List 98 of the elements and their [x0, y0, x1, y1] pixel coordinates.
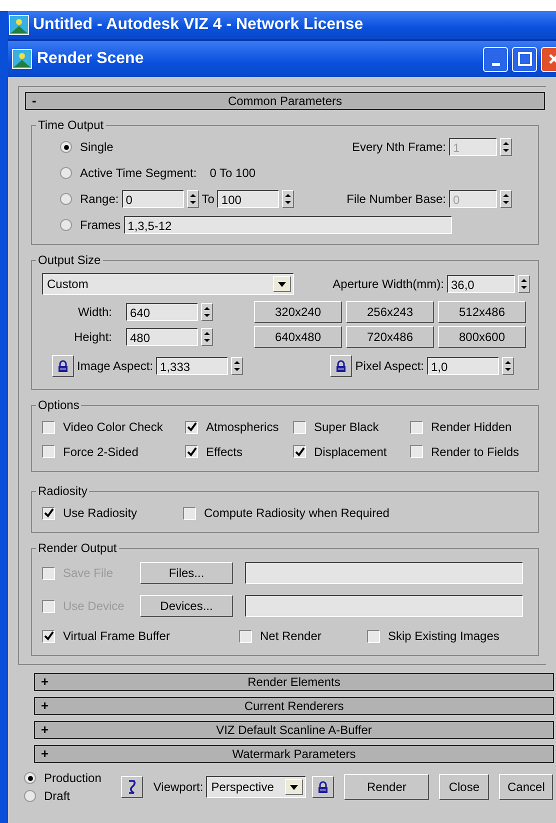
dialog-button[interactable]: Close [439, 774, 490, 800]
dialog-title: Render Scene [37, 50, 144, 68]
spinner-arrows[interactable] [500, 138, 512, 156]
lock-icon[interactable] [330, 355, 352, 377]
field-label: Viewport: [153, 780, 204, 794]
checkmark-icon [294, 446, 304, 456]
text-field[interactable]: 1,3,5-12 [124, 216, 452, 234]
dialog-button[interactable]: Render [344, 774, 430, 800]
checkmark-icon [44, 631, 54, 641]
field-label: Image Aspect: [77, 359, 154, 373]
lock-icon[interactable] [52, 355, 74, 377]
checkbox[interactable]: Virtual Frame Buffer [42, 629, 239, 643]
radio-button[interactable]: Single [60, 140, 114, 154]
checkmark-icon [44, 508, 54, 518]
expand-sign: + [41, 698, 49, 714]
devices-button[interactable]: Devices... [140, 595, 233, 617]
radio-button[interactable]: Draft [24, 789, 102, 803]
field-label: Every Nth Frame: [352, 140, 446, 154]
rollout-header[interactable]: + Render Elements [34, 673, 554, 691]
checkbox[interactable]: Render to Fields [410, 444, 520, 458]
text-field[interactable]: 480 [126, 328, 198, 346]
checkbox[interactable]: Force 2-Sided [42, 444, 138, 458]
expand-sign: + [41, 722, 49, 738]
rollout-header[interactable]: + VIZ Default Scanline A-Buffer [34, 721, 554, 739]
checkbox[interactable]: Skip Existing Images [367, 629, 500, 643]
rollout-title: Render Elements [248, 675, 340, 689]
spinner-arrows[interactable] [518, 275, 530, 293]
spinner-arrows[interactable] [201, 302, 213, 320]
rollout-title: Common Parameters [228, 94, 342, 108]
spinner-arrows[interactable] [500, 190, 512, 208]
maximize-icon [518, 52, 532, 66]
viewport-dropdown[interactable]: Perspective [206, 776, 306, 798]
radio-button[interactable]: Active Time Segment: [60, 166, 197, 180]
rollout-header[interactable]: + Current Renderers [34, 697, 554, 715]
expand-sign: + [41, 746, 49, 762]
rollout-header[interactable]: + Watermark Parameters [34, 745, 554, 763]
checkmark-icon [186, 446, 196, 456]
dialog-button[interactable]: Cancel [499, 774, 554, 800]
text-field[interactable]: 0 [122, 190, 184, 208]
group-title: Radiosity [37, 484, 88, 498]
window-title: Untitled - Autodesk VIZ 4 - Network License [33, 16, 364, 34]
rollout-title: VIZ Default Scanline A-Buffer [216, 723, 372, 737]
collapse-sign: - [32, 93, 36, 109]
checkbox[interactable]: Render Hidden [410, 420, 512, 434]
checkbox[interactable]: Compute Radiosity when Required [183, 506, 390, 520]
preset-dropdown[interactable]: Custom [42, 273, 294, 295]
text-field[interactable]: 36,0 [447, 275, 515, 293]
field-label: To [202, 192, 214, 206]
file-path-field[interactable] [245, 562, 523, 584]
maximize-button[interactable] [512, 46, 537, 72]
field-label: File Number Base: [346, 192, 446, 206]
radio-button[interactable]: Production [24, 771, 102, 785]
field-label: Height: [72, 330, 112, 344]
checkbox[interactable]: Displacement [293, 444, 387, 458]
checkbox[interactable]: Effects [185, 444, 242, 458]
field-label: Aperture Width(mm): [332, 277, 444, 291]
field-label: Pixel Aspect: [355, 359, 424, 373]
checkbox[interactable]: Atmospherics [185, 420, 279, 434]
checkmark-icon [186, 422, 196, 432]
expand-sign: + [41, 674, 49, 690]
files-button[interactable]: Files... [140, 562, 233, 584]
spinner-arrows[interactable] [231, 357, 244, 375]
checkbox[interactable]: Use Radiosity [42, 506, 183, 520]
group-title: Time Output [37, 118, 105, 132]
spinner-arrows[interactable] [502, 357, 514, 375]
segment-text: 0 To 100 [210, 166, 256, 180]
text-field[interactable]: 100 [217, 190, 280, 208]
resolution-button[interactable]: 640x480 [254, 326, 342, 348]
resolution-button[interactable]: 800x600 [438, 326, 526, 348]
close-icon [548, 53, 556, 65]
text-field[interactable]: 1,333 [156, 357, 228, 375]
checkbox[interactable]: Net Render [239, 629, 367, 643]
resolution-button[interactable]: 512x486 [438, 300, 526, 322]
radio-button[interactable]: Range: [60, 192, 119, 206]
resolution-button[interactable]: 256x243 [346, 300, 434, 322]
group-title: Options [37, 398, 80, 412]
spinner-arrows[interactable] [282, 190, 294, 208]
spinner-arrows[interactable] [186, 190, 199, 208]
rollout-header[interactable]: - Common Parameters [25, 92, 545, 110]
minimize-button[interactable] [483, 46, 508, 72]
resolution-button[interactable]: 720x486 [346, 326, 434, 348]
radio-button[interactable]: Frames [60, 218, 121, 232]
app-icon [9, 15, 29, 35]
group-title: Output Size [37, 253, 102, 267]
group-title: Render Output [37, 541, 118, 555]
resolution-button[interactable]: 320x240 [254, 300, 342, 322]
checkbox[interactable]: Video Color Check [42, 420, 163, 434]
text-field[interactable]: 1,0 [427, 357, 499, 375]
rollout-title: Current Renderers [244, 699, 344, 713]
text-field[interactable]: 640 [126, 302, 198, 320]
app-icon [12, 49, 32, 69]
minimize-icon [492, 62, 500, 66]
lock-icon[interactable] [312, 776, 334, 798]
rollout-title: Watermark Parameters [232, 747, 356, 761]
field-label: Width: [76, 304, 112, 318]
device-field[interactable] [245, 595, 523, 617]
checkbox[interactable]: Super Black [293, 420, 379, 434]
spinner-arrows[interactable] [201, 328, 213, 346]
